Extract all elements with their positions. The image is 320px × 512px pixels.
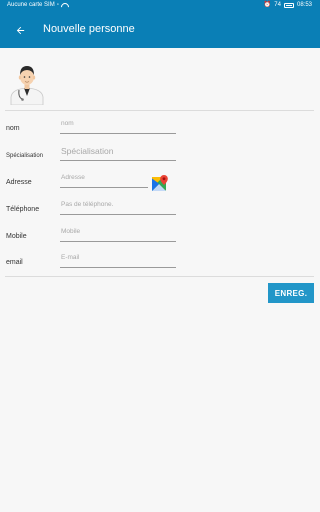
doctor-avatar-icon (10, 66, 44, 106)
telephone-input[interactable] (60, 199, 176, 215)
form-row-email: email (0, 244, 320, 268)
specialisation-label: Spécialisation (6, 153, 44, 159)
battery-icon (283, 2, 294, 8)
back-button[interactable] (10, 20, 30, 40)
status-bar: Aucune carte SIM ▫ ⏰ 74 08:53 (0, 0, 320, 12)
telephone-label: Téléphone (6, 206, 40, 213)
form-row-nom: nom (0, 110, 320, 134)
save-button[interactable]: ENREG. (268, 283, 314, 303)
form-row-telephone: Téléphone (0, 191, 320, 215)
mobile-label: Mobile (6, 233, 27, 240)
form-row-specialisation: Spécialisation (0, 137, 320, 161)
nom-label: nom (6, 125, 20, 132)
nom-input[interactable] (60, 118, 176, 134)
app-bar: Nouvelle personne (0, 12, 320, 48)
email-label: email (6, 259, 23, 266)
form-row-mobile: Mobile (0, 218, 320, 242)
status-carrier: Aucune carte SIM ▫ (7, 2, 67, 8)
wifi-icon (61, 3, 67, 8)
avatar (9, 61, 45, 106)
clock: 08:53 (296, 2, 312, 8)
arrow-left-icon (16, 26, 24, 34)
mobile-input[interactable] (60, 226, 176, 242)
adresse-input[interactable] (60, 172, 148, 188)
alarm-icon: ⏰ (263, 2, 272, 8)
battery-percent: 74 (274, 2, 281, 8)
divider (5, 276, 314, 277)
email-input[interactable] (60, 252, 176, 268)
specialisation-input[interactable] (60, 145, 176, 161)
carrier-text: Aucune carte SIM (7, 2, 55, 8)
sim-icon: ▫ (56, 2, 59, 8)
status-right: ⏰ 74 08:53 (264, 2, 312, 8)
page-title: Nouvelle personne (43, 23, 135, 35)
adresse-label: Adresse (6, 179, 32, 186)
